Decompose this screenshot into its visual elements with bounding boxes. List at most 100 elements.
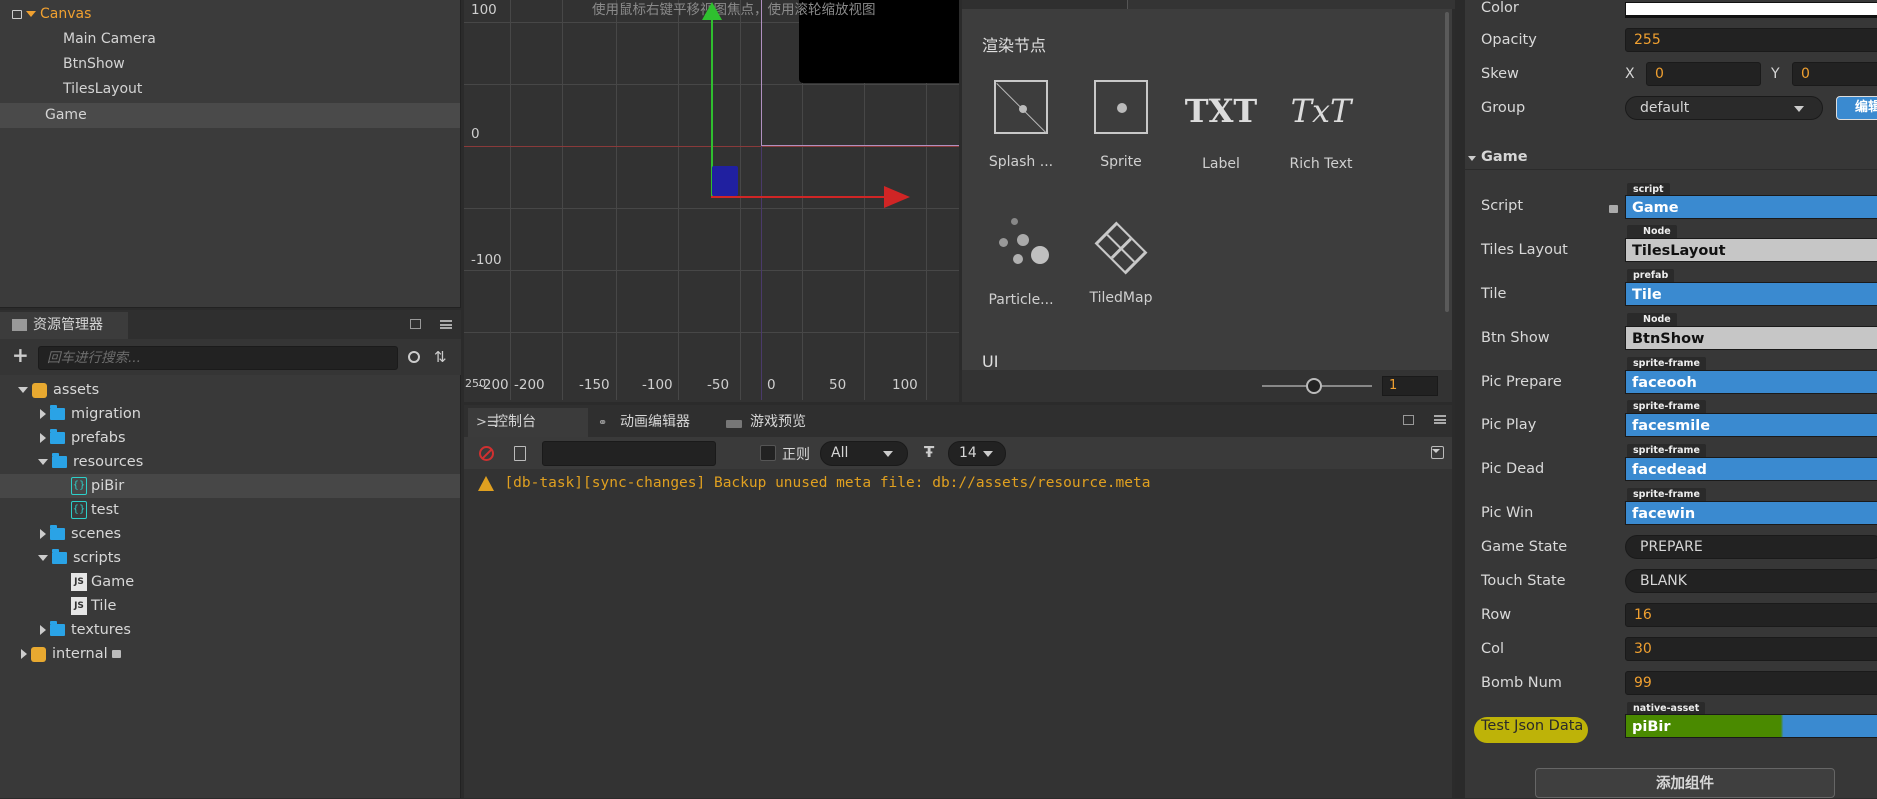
assets-tab[interactable]: 资源管理器 bbox=[0, 312, 128, 339]
color-field[interactable] bbox=[1625, 2, 1877, 18]
touch-state-select[interactable]: BLANK bbox=[1625, 569, 1877, 593]
collapsed-arrow-icon[interactable] bbox=[21, 649, 27, 659]
console-filter-input[interactable] bbox=[542, 441, 716, 466]
log-warning-row[interactable]: [db-task][sync-changes] Backup unused me… bbox=[478, 475, 1150, 491]
search-icon[interactable] bbox=[408, 351, 420, 363]
opacity-input[interactable]: 255 bbox=[1625, 28, 1877, 52]
asset-scripts[interactable]: scripts bbox=[0, 546, 460, 570]
label-icon: TXT bbox=[1184, 92, 1258, 130]
asset-prefabs[interactable]: prefabs bbox=[0, 426, 460, 450]
skew-x-input[interactable]: 0 bbox=[1646, 62, 1761, 86]
component-sprite[interactable]: Sprite bbox=[1076, 80, 1166, 170]
regex-checkbox[interactable] bbox=[760, 445, 776, 461]
y-tick-label: -100 bbox=[471, 252, 502, 268]
expand-arrow-icon[interactable] bbox=[1468, 156, 1476, 161]
log-file-icon[interactable] bbox=[514, 446, 526, 461]
x-tick-label: 250 bbox=[465, 377, 486, 390]
game-state-select[interactable]: PREPARE bbox=[1625, 535, 1877, 559]
expand-arrow-icon[interactable] bbox=[38, 555, 48, 561]
collapse-icon[interactable] bbox=[1431, 446, 1444, 459]
collapsed-arrow-icon[interactable] bbox=[40, 409, 46, 419]
btn-show-field[interactable]: BtnShow bbox=[1625, 326, 1877, 350]
group-select[interactable]: default bbox=[1625, 96, 1823, 120]
hierarchy-item-tileslayout[interactable]: TilesLayout bbox=[0, 77, 460, 102]
component-rich-text[interactable]: TxT Rich Text bbox=[1276, 86, 1366, 172]
component-particle[interactable]: Particle... bbox=[976, 216, 1066, 308]
tab-label: 游戏预览 bbox=[750, 414, 806, 430]
gizmo-x-arrow-icon[interactable] bbox=[884, 186, 910, 208]
grid-line bbox=[464, 270, 959, 271]
font-size-select[interactable]: 14 bbox=[948, 441, 1006, 466]
zoom-value-input[interactable]: 1 bbox=[1382, 376, 1438, 396]
js-file-icon: JS bbox=[71, 597, 87, 615]
assets-search-input[interactable]: 回车进行搜索... bbox=[38, 346, 398, 370]
database-icon bbox=[32, 382, 47, 398]
tab-animation-editor[interactable]: ⚭ 动画编辑器 bbox=[592, 408, 718, 437]
gizmo-center-handle[interactable] bbox=[712, 166, 738, 196]
pic-prepare-field[interactable]: faceooh bbox=[1625, 370, 1877, 394]
asset-tile-script[interactable]: JS Tile bbox=[0, 594, 460, 618]
component-label: Rich Text bbox=[1289, 156, 1353, 172]
tab-game-preview[interactable]: 游戏预览 bbox=[722, 408, 842, 437]
component-splash[interactable]: Splash ... bbox=[976, 80, 1066, 170]
col-input[interactable]: 30 bbox=[1625, 637, 1877, 661]
zoom-slider-handle[interactable] bbox=[1306, 378, 1322, 394]
add-component-button[interactable]: 添加组件 bbox=[1535, 768, 1835, 798]
popout-icon[interactable] bbox=[410, 319, 421, 329]
hierarchy-item-btnshow[interactable]: BtnShow bbox=[0, 52, 460, 77]
lock-open-icon[interactable] bbox=[12, 9, 22, 19]
component-tiledmap[interactable]: TiledMap bbox=[1076, 220, 1166, 306]
skew-y-input[interactable]: 0 bbox=[1792, 62, 1877, 86]
asset-pibir[interactable]: {} piBir bbox=[0, 474, 460, 498]
hierarchy-item-main-camera[interactable]: Main Camera bbox=[0, 27, 460, 52]
asset-scenes[interactable]: scenes bbox=[0, 522, 460, 546]
section-render-title: 渲染节点 bbox=[982, 36, 1047, 55]
group-edit-button[interactable]: 编辑 bbox=[1836, 96, 1877, 120]
pic-play-field[interactable]: facesmile bbox=[1625, 413, 1877, 437]
component-label-widget[interactable]: TXT Label bbox=[1176, 86, 1266, 172]
search-placeholder: 回车进行搜索... bbox=[47, 350, 141, 366]
asset-internal[interactable]: internal bbox=[0, 642, 460, 666]
log-level-select[interactable]: All bbox=[820, 441, 908, 466]
clear-icon[interactable] bbox=[479, 446, 494, 461]
asset-assets[interactable]: assets bbox=[0, 378, 460, 402]
expand-arrow-icon[interactable] bbox=[38, 459, 48, 465]
row-input[interactable]: 16 bbox=[1625, 603, 1877, 627]
script-field[interactable]: Game bbox=[1625, 195, 1877, 219]
collapsed-arrow-icon[interactable] bbox=[40, 625, 46, 635]
asset-game-script[interactable]: JS Game bbox=[0, 570, 460, 594]
add-icon[interactable]: + bbox=[12, 345, 29, 365]
collapsed-arrow-icon[interactable] bbox=[40, 529, 46, 539]
collapsed-arrow-icon[interactable] bbox=[40, 433, 46, 443]
gizmo-x-axis[interactable] bbox=[711, 196, 891, 198]
tile-field[interactable]: Tile bbox=[1625, 282, 1877, 306]
console-log-area: [db-task][sync-changes] Backup unused me… bbox=[464, 469, 1452, 798]
scene-hint: 使用鼠标右键平移视图焦点，使用滚轮缩放视图 bbox=[592, 2, 876, 18]
hierarchy-item-canvas[interactable]: Canvas bbox=[0, 2, 460, 27]
menu-icon[interactable] bbox=[1434, 415, 1446, 424]
preview-icon bbox=[726, 420, 742, 428]
gizmo-y-arrow-icon[interactable] bbox=[702, 2, 722, 20]
asset-textures[interactable]: textures bbox=[0, 618, 460, 642]
expand-arrow-icon[interactable] bbox=[26, 11, 36, 17]
pic-win-field[interactable]: facewin bbox=[1625, 501, 1877, 525]
expand-arrow-icon[interactable] bbox=[18, 387, 28, 393]
menu-icon[interactable] bbox=[440, 320, 452, 329]
library-scrollbar[interactable] bbox=[1445, 12, 1449, 312]
chevron-down-icon bbox=[883, 451, 893, 457]
bomb-num-input[interactable]: 99 bbox=[1625, 671, 1877, 695]
tiles-layout-field[interactable]: TilesLayout bbox=[1625, 238, 1877, 262]
asset-migration[interactable]: migration bbox=[0, 402, 460, 426]
component-header-game[interactable]: Game bbox=[1464, 148, 1877, 170]
popout-icon[interactable] bbox=[1403, 415, 1414, 425]
inspector-scrollbar[interactable] bbox=[1461, 0, 1465, 798]
test-json-data-field[interactable]: piBir bbox=[1625, 714, 1877, 738]
component-title: Game bbox=[1481, 149, 1528, 165]
asset-test[interactable]: {} test bbox=[0, 498, 460, 522]
scene-view[interactable]: 使用鼠标右键平移视图焦点，使用滚轮缩放视图 100 0 -100 -200 25… bbox=[464, 0, 959, 402]
hierarchy-item-game[interactable]: Game bbox=[0, 103, 460, 128]
sort-icon[interactable]: ⇅ bbox=[434, 349, 448, 365]
tab-console[interactable]: >☰ 控制台 bbox=[468, 408, 588, 437]
pic-dead-field[interactable]: facedead bbox=[1625, 457, 1877, 481]
asset-resources[interactable]: resources bbox=[0, 450, 460, 474]
